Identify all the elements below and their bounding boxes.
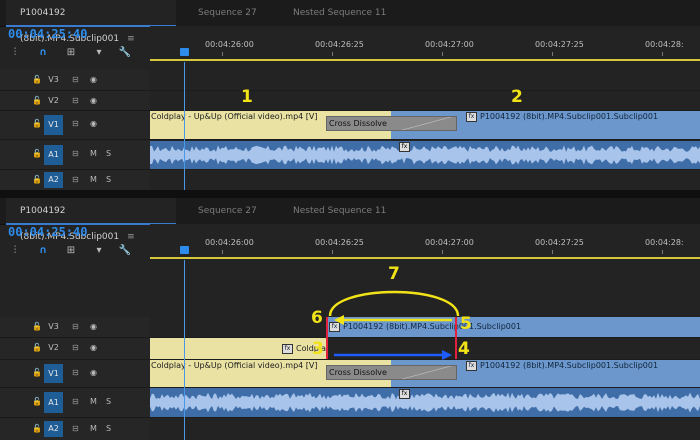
tab-label: Sequence 27 [198,8,257,18]
playhead-timecode[interactable]: 00:04:25:40 [8,27,87,41]
lock-icon[interactable]: 🔓 [32,96,42,105]
ruler-tick [442,52,443,56]
panel-divider [0,190,700,198]
track-header-v3: 🔓 V3 ⊟ ◉ [0,70,150,91]
ruler-label: 00:04:26:00 [205,40,254,49]
ruler-tick [332,52,333,56]
track-output-icon[interactable]: ⊟ [72,149,79,158]
track-header-v1: 🔓 V1 ⊟ ◉ [0,111,150,140]
track-output-icon[interactable]: ⊟ [72,75,79,84]
track-output-icon[interactable]: ⊟ [72,96,79,105]
eye-icon[interactable]: ◉ [90,96,97,105]
annotation-overlay [328,290,460,360]
ruler-tick [552,52,553,56]
tab-subclip-sequence[interactable]: P1004192 (8bit).MP4.Subclip001 ≡ [6,0,176,44]
annotation-3: 3 [312,339,324,359]
nest-icon[interactable]: ⫶ [8,46,22,60]
mute-button[interactable]: M [90,175,97,184]
sequence-tab-bar: P1004192 (8bit).MP4.Subclip001 ≡ Sequence… [0,0,700,44]
arrowhead-yellow [334,315,344,325]
work-area-bar[interactable] [150,59,700,61]
track-v3[interactable] [150,70,700,91]
tab-sequence-27[interactable]: Sequence 27 [198,0,257,26]
marker-icon[interactable]: ▾ [92,46,106,60]
fx-icon: fx [466,111,477,122]
audio-clip[interactable]: fx [150,141,700,169]
time-ruler[interactable]: 00:04:26:00 00:04:26:25 00:04:27:00 00:0… [150,26,700,62]
ruler-tick [222,52,223,56]
tab-nested-sequence-11[interactable]: Nested Sequence 11 [293,0,386,26]
ruler-label: 00:04:28: [645,40,684,49]
annotation-4: 4 [458,339,470,359]
ruler-label: 00:04:26:25 [315,40,364,49]
linked-selection-icon[interactable]: ⊞ [64,46,78,60]
waveform [150,145,700,165]
solo-button[interactable]: S [106,175,111,184]
track-label[interactable]: A2 [44,172,63,188]
annotation-2: 2 [511,87,523,107]
track-label[interactable]: V1 [44,115,63,135]
track-a2[interactable] [150,170,700,190]
mute-button[interactable]: M [90,149,97,158]
lock-icon[interactable]: 🔓 [32,119,42,128]
transition-label: Cross Dissolve [329,119,387,128]
timeline-panel-before: P1004192 (8bit).MP4.Subclip001 ≡ Sequence… [0,0,700,190]
clip-label: P1004192 (8bit).MP4.Subclip001.Subclip00… [480,112,659,121]
annotation-1: 1 [241,87,253,107]
arc-arrow-7 [328,290,460,317]
track-output-icon[interactable]: ⊟ [72,175,79,184]
track-a1[interactable]: fx [150,141,700,170]
track-header-v2: 🔓 V2 ⊟ ◉ [0,91,150,111]
track-v1[interactable]: Coldplay - Up&Up (Official video).mp4 [V… [150,111,700,140]
track-header-a1: 🔓 A1 ⊟ M S [0,141,150,170]
timeline-panel-after: P1004192 (8bit).MP4.Subclip001 ≡ Sequence… [0,198,700,440]
track-label[interactable]: V2 [44,93,63,109]
annotation-7: 7 [388,264,400,284]
ruler-tick [662,52,663,56]
track-header-a2: 🔓 A2 ⊟ M S [0,170,150,190]
arrowhead-blue [442,350,452,360]
wrench-icon[interactable]: 🔧 [118,46,132,60]
clip-label: Coldplay - Up&Up (Official video).mp4 [V… [151,112,318,121]
eye-icon[interactable]: ◉ [90,75,97,84]
lock-icon[interactable]: 🔓 [32,75,42,84]
lock-icon[interactable]: 🔓 [32,175,42,184]
playhead-line [184,62,185,190]
ruler-label: 00:04:27:25 [535,40,584,49]
fx-icon: fx [399,142,410,152]
close-icon[interactable]: ≡ [127,34,135,44]
track-label[interactable]: A1 [44,145,63,165]
tab-label: Nested Sequence 11 [293,8,387,18]
annotation-5: 5 [460,314,472,334]
track-output-icon[interactable]: ⊟ [72,119,79,128]
lock-icon[interactable]: 🔓 [32,149,42,158]
cross-dissolve-transition[interactable]: Cross Dissolve [326,116,457,131]
playhead-handle[interactable] [180,48,189,56]
eye-icon[interactable]: ◉ [90,119,97,128]
clip-label-row: fx P1004192 (8bit).MP4.Subclip001.Subclip… [464,111,658,122]
snap-icon[interactable]: ∩ [36,46,50,60]
ruler-label: 00:04:27:00 [425,40,474,49]
track-label[interactable]: V3 [44,72,63,88]
track-v2[interactable] [150,91,700,111]
solo-button[interactable]: S [106,149,111,158]
annotation-6: 6 [311,308,323,328]
